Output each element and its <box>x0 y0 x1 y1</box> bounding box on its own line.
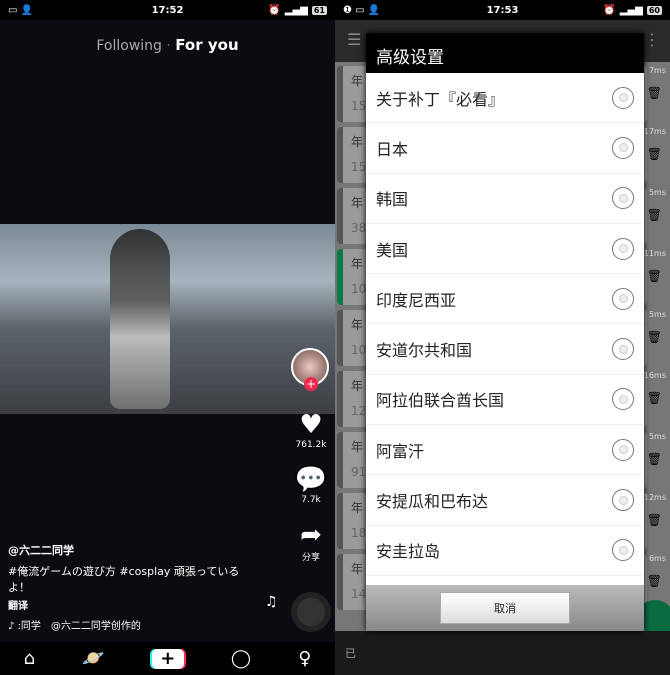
radio-button[interactable] <box>612 136 634 159</box>
radio-button[interactable] <box>612 237 634 260</box>
trash-icon[interactable]: 🗑 <box>647 391 662 405</box>
status-bar: ❶ ▭ 👤 17:53 ⏰ ▂▄▆ 60 <box>335 0 670 20</box>
row-latency: 5ms <box>648 310 666 319</box>
option-item[interactable]: 日本 <box>366 123 644 174</box>
row-latency: 5ms <box>648 188 666 197</box>
row-latency: 5ms <box>648 432 666 441</box>
tiktok-screen: ▭ 👤 17:52 ⏰ ▂▄▆ 61 Following · For you + ♥… <box>0 0 335 675</box>
option-label: 安圭拉岛 <box>376 542 441 562</box>
option-label: 安道尔共和国 <box>376 341 473 361</box>
home-icon[interactable]: ⌂ <box>24 648 35 669</box>
menu-icon[interactable]: ☰ <box>347 30 361 49</box>
option-label: 日本 <box>376 139 409 159</box>
radio-button[interactable] <box>612 86 634 109</box>
trash-icon[interactable]: 🗑 <box>647 513 662 527</box>
option-item[interactable]: 韩国 <box>366 174 644 224</box>
option-item[interactable]: 关于补丁『必看』 <box>366 73 644 124</box>
option-label: 印度尼西亚 <box>376 290 457 310</box>
profile-icon[interactable]: ♀ <box>298 648 311 669</box>
option-label: 安提瓜和巴布达 <box>376 492 489 512</box>
discover-icon[interactable]: 🪐 <box>82 648 104 669</box>
trash-icon[interactable]: 🗑 <box>647 452 662 466</box>
row-latency: 12ms <box>643 493 666 502</box>
radio-button[interactable] <box>612 388 634 411</box>
radio-button[interactable] <box>612 338 634 361</box>
dialog-title: 高级设置 <box>366 33 644 73</box>
row-latency: 16ms <box>643 371 666 380</box>
caption-user[interactable]: @六二二同学 <box>8 542 74 558</box>
radio-button[interactable] <box>612 539 634 562</box>
settings-screen: ❶ ▭ 👤 17:53 ⏰ ▂▄▆ 60 ☰ ⋮ 年 154 7ms 🗑 年 154 17ms 🗑… <box>335 0 670 675</box>
row-latency: 17ms <box>643 127 666 136</box>
clock: 17:53 <box>486 4 519 16</box>
cancel-button[interactable]: 取消 <box>440 592 570 624</box>
heart-icon: ♥ <box>299 410 323 440</box>
trash-icon[interactable]: 🗑 <box>647 269 662 283</box>
radio-button[interactable] <box>612 187 634 210</box>
translate-link[interactable]: 翻译 <box>8 597 28 612</box>
snackbar: 已 <box>335 631 670 675</box>
clock: 17:52 <box>151 4 184 16</box>
music-notes-icon: ♫ <box>265 594 278 610</box>
radio-button[interactable] <box>612 287 634 310</box>
tiktok-note-icon: ♪ <box>8 621 18 632</box>
advanced-settings-dialog: 高级设置 关于补丁『必看』 日本韩国美国印度尼西亚安道尔共和国阿拉伯联合酋长国 阿富… <box>366 33 644 631</box>
option-label: 阿拉伯联合酋长国 <box>376 391 505 411</box>
tab-for-you[interactable]: For you <box>175 36 238 54</box>
option-item[interactable]: 安圭拉岛 <box>366 526 644 576</box>
share-icon: ➦ <box>300 520 322 550</box>
like-button[interactable]: ♥ 761.2k <box>293 410 329 450</box>
add-button[interactable]: + <box>151 648 184 669</box>
music-disc[interactable] <box>291 592 331 632</box>
trash-icon[interactable]: 🗑 <box>647 86 662 100</box>
tab-following[interactable]: Following <box>96 38 162 54</box>
like-count: 761.2k <box>295 440 327 450</box>
option-item[interactable]: 阿拉伯联合酋长国 <box>366 375 644 426</box>
row-latency: 7ms <box>648 66 666 75</box>
trash-icon[interactable]: 🗑 <box>647 574 662 588</box>
trash-icon[interactable]: 🗑 <box>647 208 662 222</box>
status-bar: ▭ 👤 17:52 ⏰ ▂▄▆ 61 <box>0 0 335 20</box>
option-item[interactable]: 阿富汗 <box>366 425 644 476</box>
row-latency: 6ms <box>648 554 666 563</box>
share-button[interactable]: ➦ 分享 <box>293 520 329 563</box>
option-item[interactable]: 印度尼西亚 <box>366 274 644 325</box>
comment-count: 7.7k <box>301 495 321 505</box>
radio-button[interactable] <box>612 438 634 461</box>
option-item[interactable]: 美国 <box>366 224 644 275</box>
inbox-icon[interactable]: ◯ <box>231 648 251 669</box>
comment-icon: 💬 <box>294 465 328 495</box>
comment-button[interactable]: 💬 7.7k <box>293 465 329 505</box>
follow-button[interactable]: + <box>304 377 318 391</box>
option-label: 美国 <box>376 240 409 260</box>
video-player[interactable] <box>0 224 335 414</box>
option-label: 关于补丁『必看』 <box>376 89 505 109</box>
radio-button[interactable] <box>612 489 634 512</box>
music-info[interactable]: ♪ :同学 @六二二同学创作的 <box>8 617 141 632</box>
share-label: 分享 <box>301 553 320 563</box>
option-label: 阿富汗 <box>376 441 425 461</box>
trash-icon[interactable]: 🗑 <box>647 330 662 344</box>
more-icon[interactable]: ⋮ <box>644 30 660 49</box>
option-item[interactable]: 安提瓜和巴布达 <box>366 475 644 526</box>
row-latency: 11ms <box>643 249 666 258</box>
trash-icon[interactable]: 🗑 <box>647 147 662 161</box>
caption-text: #俺流ゲームの遊び方 #cosplay 頑張っているよ！ <box>8 565 240 594</box>
bottom-nav: ⌂ 🪐 + ◯ ♀ <box>0 642 335 675</box>
option-label: 韩国 <box>376 190 409 210</box>
option-item[interactable]: 安道尔共和国 <box>366 324 644 375</box>
